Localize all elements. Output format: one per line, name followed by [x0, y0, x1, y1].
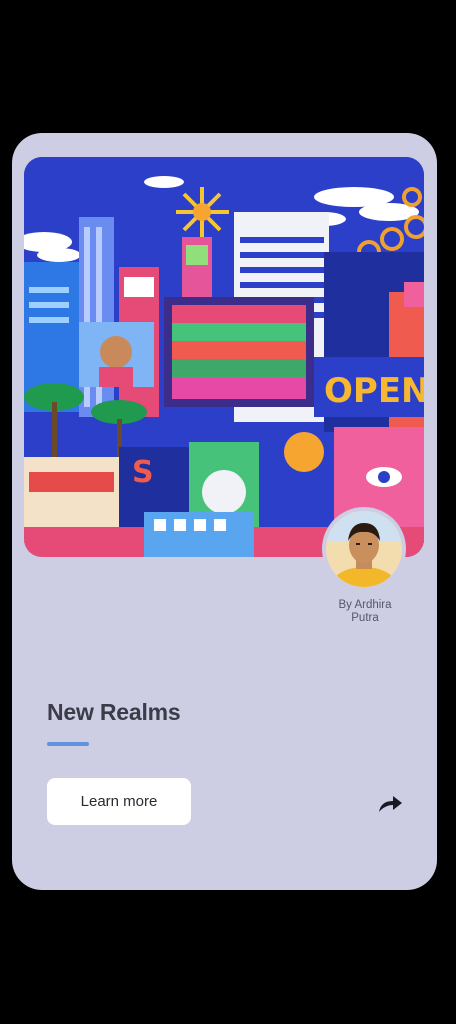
- title-underline: [47, 742, 89, 746]
- artwork-card[interactable]: OPEN S By Ardhira Putra New Realms Learn…: [12, 133, 437, 890]
- author-credit-line1: By Ardhira: [338, 599, 392, 611]
- share-arrow-icon[interactable]: [376, 793, 404, 815]
- author-photo: [326, 511, 402, 587]
- author-credit: By Ardhira Putra: [312, 599, 418, 625]
- artwork-image[interactable]: OPEN S: [24, 157, 424, 557]
- svg-text:S: S: [132, 455, 154, 490]
- avatar[interactable]: [322, 507, 406, 591]
- learn-more-button[interactable]: Learn more: [47, 778, 191, 825]
- card-title: New Realms: [47, 699, 181, 725]
- author-credit-line2: Putra: [351, 612, 379, 624]
- svg-text:OPEN: OPEN: [324, 371, 424, 411]
